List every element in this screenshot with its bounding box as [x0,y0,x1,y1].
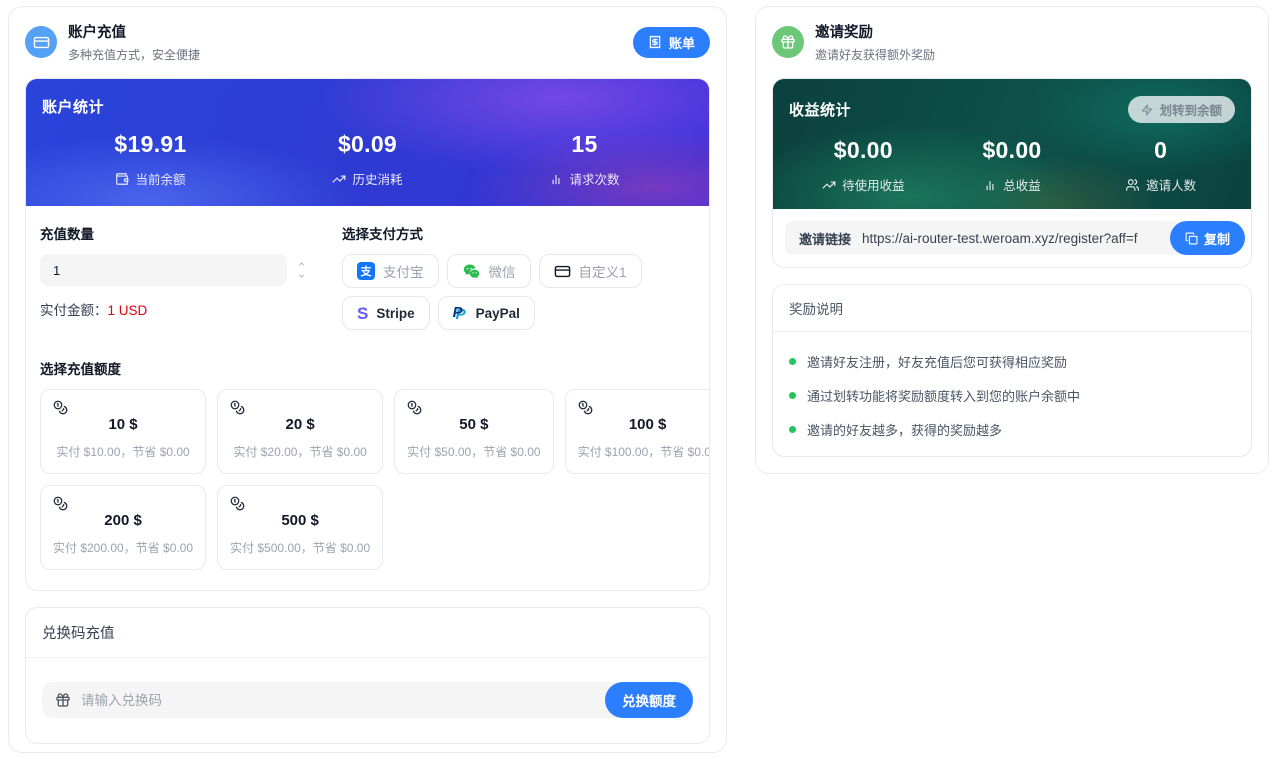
invite-link-row: 邀请链接 https://ai-router-test.weroam.xyz/r… [785,221,1239,255]
wallet-icon [115,172,129,186]
stat-invite-count: 0 邀请人数 [1086,137,1235,194]
amount-option-20[interactable]: 20 $ 实付 $20.00，节省 $0.00 [217,389,383,474]
receipt-icon [648,35,662,49]
copy-button[interactable]: 复制 [1170,221,1245,255]
redeem-title: 兑换码充值 [26,608,709,658]
coins-icon [230,496,370,511]
redeem-input-row: 兑换额度 [42,682,693,718]
pay-method-custom1[interactable]: 自定义1 [539,254,642,288]
rule-item: 邀请好友注册，好友充值后您可获得相应奖励 [789,352,1235,371]
trending-up-icon [822,178,836,192]
alipay-icon: 支 [357,262,375,280]
chevron-up-icon[interactable] [294,259,308,269]
pay-method-paypal[interactable]: PP PayPal [438,296,535,330]
pay-method-alipay[interactable]: 支 支付宝 [342,254,439,288]
wechat-icon [462,263,481,280]
invite-subtitle: 邀请好友获得额外奖励 [815,46,1252,63]
coins-icon [53,496,193,511]
gift-icon [772,26,804,58]
rules-card: 奖励说明 邀请好友注册，好友充值后您可获得相应奖励 通过划转功能将奖励额度转入到… [772,284,1252,457]
transfer-to-balance-button[interactable]: 划转到余额 [1128,96,1235,123]
invite-panel: 邀请奖励 邀请好友获得额外奖励 收益统计 划转到余额 $0.00 [755,6,1269,474]
stat-history-consumed: $0.09 历史消耗 [259,131,476,188]
page-subtitle: 多种充值方式，安全便捷 [68,46,622,63]
amount-section: 选择充值额度 10 $ 实付 $10.00，节省 $0.00 20 $ 实付 $… [40,358,695,570]
credit-card-icon [25,26,57,58]
rules-title: 奖励说明 [773,285,1251,332]
invite-header: 邀请奖励 邀请好友获得额外奖励 [756,7,1268,78]
quantity-stepper [294,259,308,281]
rule-item: 通过划转功能将奖励额度转入到您的账户余额中 [789,386,1235,405]
paid-amount-label: 实付金额： [40,303,108,318]
coins-icon [230,400,370,415]
gift-icon [55,692,71,708]
copy-icon [1185,232,1198,245]
invite-stats-card: 收益统计 划转到余额 $0.00 待使用收益 [772,78,1252,268]
amount-option-100[interactable]: 100 $ 实付 $100.00，节省 $0.00 [565,389,710,474]
redeem-card: 兑换码充值 兑换额度 [25,607,710,744]
recharge-header: 账户充值 多种充值方式，安全便捷 账单 [9,7,726,78]
zap-icon [1141,104,1153,116]
pay-method-wechat[interactable]: 微信 [447,254,531,288]
page-title: 账户充值 [68,21,622,42]
account-stats-banner: 账户统计 $19.91 当前余额 $0.09 历史消耗 [26,79,709,206]
rule-item: 邀请的好友越多，获得的奖励越多 [789,420,1235,439]
coins-icon [578,400,710,415]
amount-option-10[interactable]: 10 $ 实付 $10.00，节省 $0.00 [40,389,206,474]
coins-icon [407,400,540,415]
copy-button-label: 复制 [1204,229,1230,248]
transfer-button-label: 划转到余额 [1159,100,1222,119]
earnings-title: 收益统计 [789,99,851,120]
amount-option-500[interactable]: 500 $ 实付 $500.00，节省 $0.00 [217,485,383,570]
quantity-input[interactable] [40,254,287,286]
stat-pending-earnings: $0.00 待使用收益 [789,137,938,194]
card-icon [554,263,571,280]
bar-chart-icon [983,178,997,192]
paid-amount-value: 1 USD [108,303,148,318]
pay-method-stripe[interactable]: S Stripe [342,296,430,330]
bullet-dot-icon [789,426,796,433]
bullet-dot-icon [789,358,796,365]
quantity-label: 充值数量 [40,223,308,243]
recharge-panel: 账户充值 多种充值方式，安全便捷 账单 账户统计 $19.91 [8,6,727,753]
stripe-icon: S [357,305,368,322]
earnings-banner: 收益统计 划转到余额 $0.00 待使用收益 [773,79,1251,209]
stat-current-balance: $19.91 当前余额 [42,131,259,188]
payment-section: 选择支付方式 支 支付宝 微信 [342,223,695,330]
page: 账户充值 多种充值方式，安全便捷 账单 账户统计 $19.91 [0,0,1277,759]
users-icon [1125,178,1140,192]
trending-up-icon [332,172,346,186]
bullet-dot-icon [789,392,796,399]
amount-option-200[interactable]: 200 $ 实付 $200.00，节省 $0.00 [40,485,206,570]
chevron-down-icon[interactable] [294,271,308,281]
redeem-button[interactable]: 兑换额度 [605,682,693,718]
rules-list: 邀请好友注册，好友充值后您可获得相应奖励 通过划转功能将奖励额度转入到您的账户余… [773,332,1251,456]
bill-button-label: 账单 [669,33,695,52]
account-stats-title: 账户统计 [42,96,104,117]
paypal-icon: PP [453,304,468,322]
stat-total-earnings: $0.00 总收益 [938,137,1087,194]
redeem-code-input[interactable] [81,693,680,708]
quantity-section: 充值数量 实付金额：1 USD [40,223,308,330]
invite-title: 邀请奖励 [815,21,1252,42]
bar-chart-icon [549,172,563,186]
amount-option-50[interactable]: 50 $ 实付 $50.00，节省 $0.00 [394,389,553,474]
payment-label: 选择支付方式 [342,223,695,243]
coins-icon [53,400,193,415]
invite-link-label: 邀请链接 [799,229,851,248]
recharge-main-card: 账户统计 $19.91 当前余额 $0.09 历史消耗 [25,78,710,591]
amount-section-label: 选择充值额度 [40,358,695,378]
paid-amount-line: 实付金额：1 USD [40,299,308,319]
bill-button[interactable]: 账单 [633,27,710,58]
stat-request-count: 15 请求次数 [476,131,693,188]
